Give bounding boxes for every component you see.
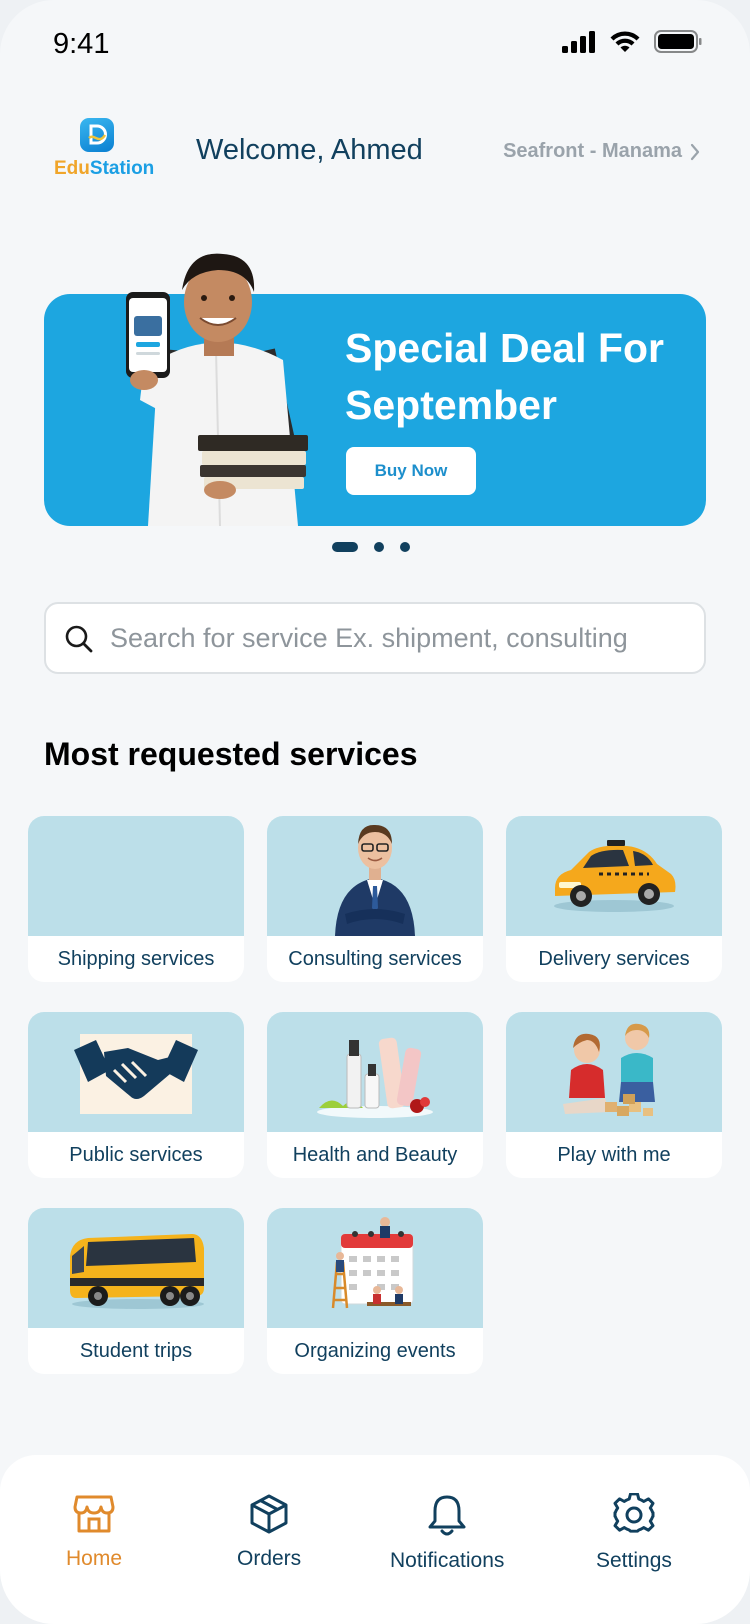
nav-item-notifications[interactable]: Notifications <box>390 1493 504 1573</box>
status-icons <box>562 30 702 53</box>
banner-title: Special Deal For September <box>345 325 665 428</box>
service-card-public[interactable]: Public services <box>28 1012 244 1178</box>
search-input[interactable] <box>110 618 690 658</box>
search-bar[interactable] <box>44 602 706 674</box>
wifi-icon <box>610 30 640 52</box>
services-grid: Shipping services Consulting services De… <box>28 816 722 1374</box>
gear-icon <box>613 1493 655 1533</box>
carousel-dot-2[interactable] <box>374 542 384 552</box>
service-card-shipping[interactable]: Shipping services <box>28 816 244 982</box>
carousel-dot-1[interactable] <box>332 542 358 552</box>
welcome-text: Welcome, Ahmed <box>196 134 423 166</box>
buy-now-button[interactable]: Buy Now <box>346 447 476 495</box>
location-selector[interactable]: Seafront - Manama <box>503 140 700 163</box>
carousel-dot-3[interactable] <box>400 542 410 552</box>
service-card-consulting[interactable]: Consulting services <box>267 816 483 982</box>
service-card-health-beauty[interactable]: Health and Beauty <box>267 1012 483 1178</box>
consultant-image-wrap <box>267 816 483 936</box>
battery-icon <box>654 30 702 53</box>
service-label: Delivery services <box>538 947 690 970</box>
cosmetics-image <box>317 1037 433 1118</box>
service-label: Organizing events <box>294 1339 456 1362</box>
box-icon <box>250 1494 288 1534</box>
kids-playing-image-wrap <box>506 1012 722 1132</box>
nav-label-orders: Orders <box>237 1547 302 1570</box>
service-label: Shipping services <box>57 947 215 970</box>
service-label: Health and Beauty <box>292 1143 458 1166</box>
service-label: Public services <box>69 1143 203 1166</box>
nav-label-notifications: Notifications <box>390 1549 505 1572</box>
nav-item-orders[interactable]: Orders <box>237 1493 301 1571</box>
service-card-student-trips[interactable]: Student trips <box>28 1208 244 1374</box>
header: EduStation Welcome, Ahmed Seafront - Man… <box>0 110 750 190</box>
search-icon <box>65 625 93 653</box>
taxi-car-image <box>554 840 676 912</box>
service-label: Consulting services <box>288 947 462 970</box>
service-label: Student trips <box>79 1339 193 1362</box>
service-label: Play with me <box>557 1143 671 1166</box>
handshake-image-wrap <box>28 1012 244 1132</box>
nav-label-home: Home <box>66 1547 123 1570</box>
kids-playing-image <box>563 1023 655 1116</box>
logo-mark-icon <box>80 118 114 152</box>
nav-label-settings: Settings <box>596 1549 672 1572</box>
bottom-navigation: Home Orders Notifications Settings <box>0 1455 750 1624</box>
location-label: Seafront - Manama <box>503 140 682 162</box>
status-time: 9:41 <box>53 28 110 60</box>
carousel-indicator <box>332 542 410 552</box>
nav-item-settings[interactable]: Settings <box>596 1493 672 1573</box>
taxi-car-image-wrap <box>506 816 722 936</box>
calendar-event-image-wrap <box>267 1208 483 1328</box>
service-card-events[interactable]: Organizing events <box>267 1208 483 1374</box>
status-bar: 9:41 <box>0 0 750 90</box>
home-icon <box>73 1495 115 1533</box>
service-card-play[interactable]: Play with me <box>506 1012 722 1178</box>
logo-text-station: Station <box>89 158 155 179</box>
signal-icon <box>562 30 595 53</box>
nav-item-home[interactable]: Home <box>66 1493 122 1571</box>
chevron-right-icon <box>690 143 700 160</box>
calendar-event-image <box>331 1217 414 1309</box>
handshake-image <box>74 1034 198 1114</box>
app-screen: 9:41 EduStation Welcome, Ahmed Seafront … <box>0 0 750 1624</box>
bus-image <box>70 1234 204 1309</box>
logo-text: EduStation <box>54 158 154 180</box>
consultant-image <box>335 824 415 936</box>
logo-text-edu: Edu <box>54 158 90 179</box>
service-card-delivery[interactable]: Delivery services <box>506 816 722 982</box>
edustation-logo: EduStation <box>54 118 154 188</box>
shipping-image <box>28 816 244 936</box>
bus-image-wrap <box>28 1208 244 1328</box>
student-holding-phone-image <box>126 253 308 526</box>
cosmetics-image-wrap <box>267 1012 483 1132</box>
bell-icon <box>428 1495 466 1536</box>
section-title: Most requested services <box>44 736 418 772</box>
